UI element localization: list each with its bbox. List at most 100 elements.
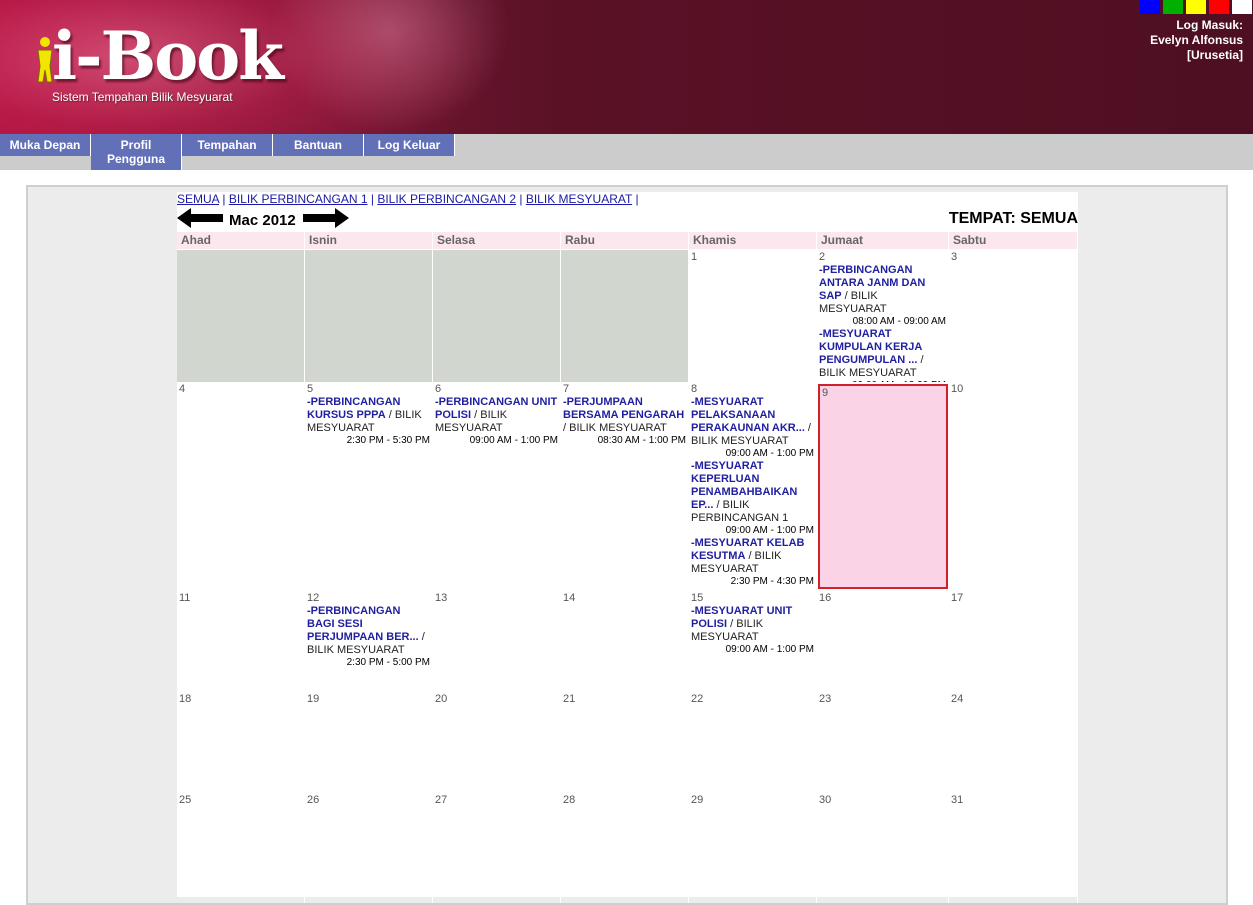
calendar-cell[interactable]: 14 xyxy=(561,591,689,692)
calendar-cell[interactable]: 26 xyxy=(305,793,433,903)
calendar-cell[interactable]: 27 xyxy=(433,793,561,903)
filter-semua-link[interactable]: SEMUA xyxy=(177,192,219,206)
event-item: -PERBINCANGAN BAGI SESI PERJUMPAAN BER..… xyxy=(307,605,430,669)
event-list: -PERBINCANGAN UNIT POLISI / BILIK MESYUA… xyxy=(435,396,558,447)
calendar-cell[interactable]: 16 xyxy=(817,591,949,692)
day-number: 10 xyxy=(951,383,964,395)
event-list: -PERBINCANGAN KURSUS PPPA / BILIK MESYUA… xyxy=(307,396,430,447)
nav-muka-depan[interactable]: Muka Depan xyxy=(0,134,91,156)
day-number: 26 xyxy=(307,794,320,806)
day-number: 7 xyxy=(563,383,570,395)
nav-tempahan[interactable]: Tempahan xyxy=(182,134,273,156)
day-number: 19 xyxy=(307,693,320,705)
day-number: 29 xyxy=(691,794,704,806)
theme-swatch-yellow[interactable] xyxy=(1186,0,1206,14)
calendar-cell-empty xyxy=(305,250,433,382)
calendar-day-header: Ahad Isnin Selasa Rabu Khamis Jumaat Sabtu xyxy=(177,232,1078,249)
calendar-cell[interactable]: 3 xyxy=(949,250,1078,382)
logo-subtitle: Sistem Tempahan Bilik Mesyuarat xyxy=(52,90,233,104)
calendar-cell-empty xyxy=(177,250,305,382)
theme-swatch-blue[interactable] xyxy=(1140,0,1160,14)
login-label: Log Masuk: xyxy=(1176,18,1243,32)
month-label: Mac 2012 xyxy=(229,212,296,229)
calendar-cell[interactable]: 5 -PERBINCANGAN KURSUS PPPA / BILIK MESYU… xyxy=(305,382,433,591)
event-item: -PERBINCANGAN UNIT POLISI / BILIK MESYUA… xyxy=(435,396,558,447)
event-list: -PERBINCANGAN ANTARA JANM DAN SAP / BILI… xyxy=(819,264,946,382)
filter-bilik-mesyuarat-link[interactable]: BILIK MESYUARAT xyxy=(526,192,632,206)
event-item: -PERJUMPAAN BERSAMA PENGARAH / BILIK MES… xyxy=(563,396,686,447)
calendar-cell[interactable]: 28 xyxy=(561,793,689,903)
next-month-arrow-icon[interactable] xyxy=(303,208,349,228)
calendar-cell-today[interactable]: 9 xyxy=(818,384,948,589)
login-info: Log Masuk: Evelyn Alfonsus [Urusetia] xyxy=(1150,18,1243,63)
day-number: 3 xyxy=(951,251,958,263)
event-item: -MESYUARAT KEPERLUAN PENAMBAHBAIKAN EP..… xyxy=(691,460,814,537)
calendar-cell[interactable]: 23 xyxy=(817,692,949,793)
event-title-link[interactable]: -PERBINCANGAN BAGI SESI PERJUMPAAN BER..… xyxy=(307,605,419,643)
calendar-cell[interactable]: 7 -PERJUMPAAN BERSAMA PENGARAH / BILIK ME… xyxy=(561,382,689,591)
event-room: / BILIK MESYUARAT xyxy=(563,422,667,434)
calendar-cell[interactable]: 1 xyxy=(689,250,817,382)
calendar-cell[interactable]: 11 xyxy=(177,591,305,692)
day-number: 4 xyxy=(179,383,186,395)
filter-bilik-perbincangan-1-link[interactable]: BILIK PERBINCANGAN 1 xyxy=(229,192,368,206)
calendar-cell[interactable]: 8 -MESYUARAT PELAKSANAAN PERAKAUNAN AKR..… xyxy=(689,382,817,591)
calendar-cell[interactable]: 17 xyxy=(949,591,1078,692)
day-number: 27 xyxy=(435,794,448,806)
header-banner: i-Book Sistem Tempahan Bilik Mesyuarat L… xyxy=(0,0,1253,134)
calendar-cell[interactable]: 13 xyxy=(433,591,561,692)
event-time: 2:30 PM - 4:30 PM xyxy=(730,576,814,587)
calendar-cell[interactable]: 10 xyxy=(949,382,1078,591)
event-title-link[interactable]: -MESYUARAT PELAKSANAAN PERAKAUNAN AKR... xyxy=(691,396,805,434)
calendar-cell[interactable]: 2 -PERBINCANGAN ANTARA JANM DAN SAP / BIL… xyxy=(817,250,949,382)
calendar-cell[interactable]: 22 xyxy=(689,692,817,793)
calendar-cell[interactable]: 19 xyxy=(305,692,433,793)
day-number: 2 xyxy=(819,251,826,263)
prev-month-arrow-icon[interactable] xyxy=(177,208,223,228)
event-item: -MESYUARAT UNIT POLISI / BILIK MESYUARAT… xyxy=(691,605,814,656)
day-header-ahad: Ahad xyxy=(177,232,305,249)
calendar-cell[interactable]: 15 -MESYUARAT UNIT POLISI / BILIK MESYUAR… xyxy=(689,591,817,692)
day-number: 9 xyxy=(822,387,829,399)
event-title-link[interactable]: -MESYUARAT KUMPULAN KERJA PENGUMPULAN ..… xyxy=(819,328,922,366)
event-list: -PERBINCANGAN BAGI SESI PERJUMPAAN BER..… xyxy=(307,605,430,669)
calendar-cell[interactable]: 18 xyxy=(177,692,305,793)
event-item: -PERBINCANGAN ANTARA JANM DAN SAP / BILI… xyxy=(819,264,946,328)
calendar-cell[interactable]: 29 xyxy=(689,793,817,903)
day-number: 11 xyxy=(179,592,191,604)
calendar-cell[interactable]: 6 -PERBINCANGAN UNIT POLISI / BILIK MESYU… xyxy=(433,382,561,591)
calendar-cell[interactable]: 31 xyxy=(949,793,1078,903)
calendar-cell[interactable]: 21 xyxy=(561,692,689,793)
calendar-cell[interactable]: 30 xyxy=(817,793,949,903)
calendar-cell[interactable]: 12 -PERBINCANGAN BAGI SESI PERJUMPAAN BER… xyxy=(305,591,433,692)
nav-profil-pengguna[interactable]: Profil Pengguna xyxy=(91,134,182,170)
filter-bilik-perbincangan-2-link[interactable]: BILIK PERBINCANGAN 2 xyxy=(377,192,516,206)
calendar-cell[interactable]: 25 xyxy=(177,793,305,903)
day-number: 6 xyxy=(435,383,442,395)
day-number: 16 xyxy=(819,592,832,604)
event-title-link[interactable]: -PERJUMPAAN BERSAMA PENGARAH xyxy=(563,396,684,421)
day-number: 28 xyxy=(563,794,576,806)
day-number: 5 xyxy=(307,383,314,395)
main-nav: Muka Depan Profil Pengguna Tempahan Bant… xyxy=(0,134,1253,170)
day-header-khamis: Khamis xyxy=(689,232,817,249)
calendar-cell[interactable]: 24 xyxy=(949,692,1078,793)
nav-log-keluar[interactable]: Log Keluar xyxy=(364,134,455,156)
day-number: 23 xyxy=(819,693,832,705)
day-number: 1 xyxy=(691,251,698,263)
day-number: 15 xyxy=(691,592,704,604)
event-time: 08:00 AM - 09:00 AM xyxy=(852,316,946,327)
day-number: 20 xyxy=(435,693,448,705)
event-time: 09:00 AM - 1:00 PM xyxy=(725,448,814,459)
theme-swatch-white[interactable] xyxy=(1232,0,1252,14)
day-number: 31 xyxy=(951,794,964,806)
day-number: 14 xyxy=(563,592,576,604)
calendar-cell[interactable]: 20 xyxy=(433,692,561,793)
calendar-cell[interactable]: 4 xyxy=(177,382,305,591)
theme-swatch-green[interactable] xyxy=(1163,0,1183,14)
event-time: 08:30 AM - 1:00 PM xyxy=(597,435,686,446)
nav-bantuan[interactable]: Bantuan xyxy=(273,134,364,156)
theme-swatch-red[interactable] xyxy=(1209,0,1229,14)
event-time: 2:30 PM - 5:00 PM xyxy=(346,657,430,668)
day-number: 13 xyxy=(435,592,448,604)
